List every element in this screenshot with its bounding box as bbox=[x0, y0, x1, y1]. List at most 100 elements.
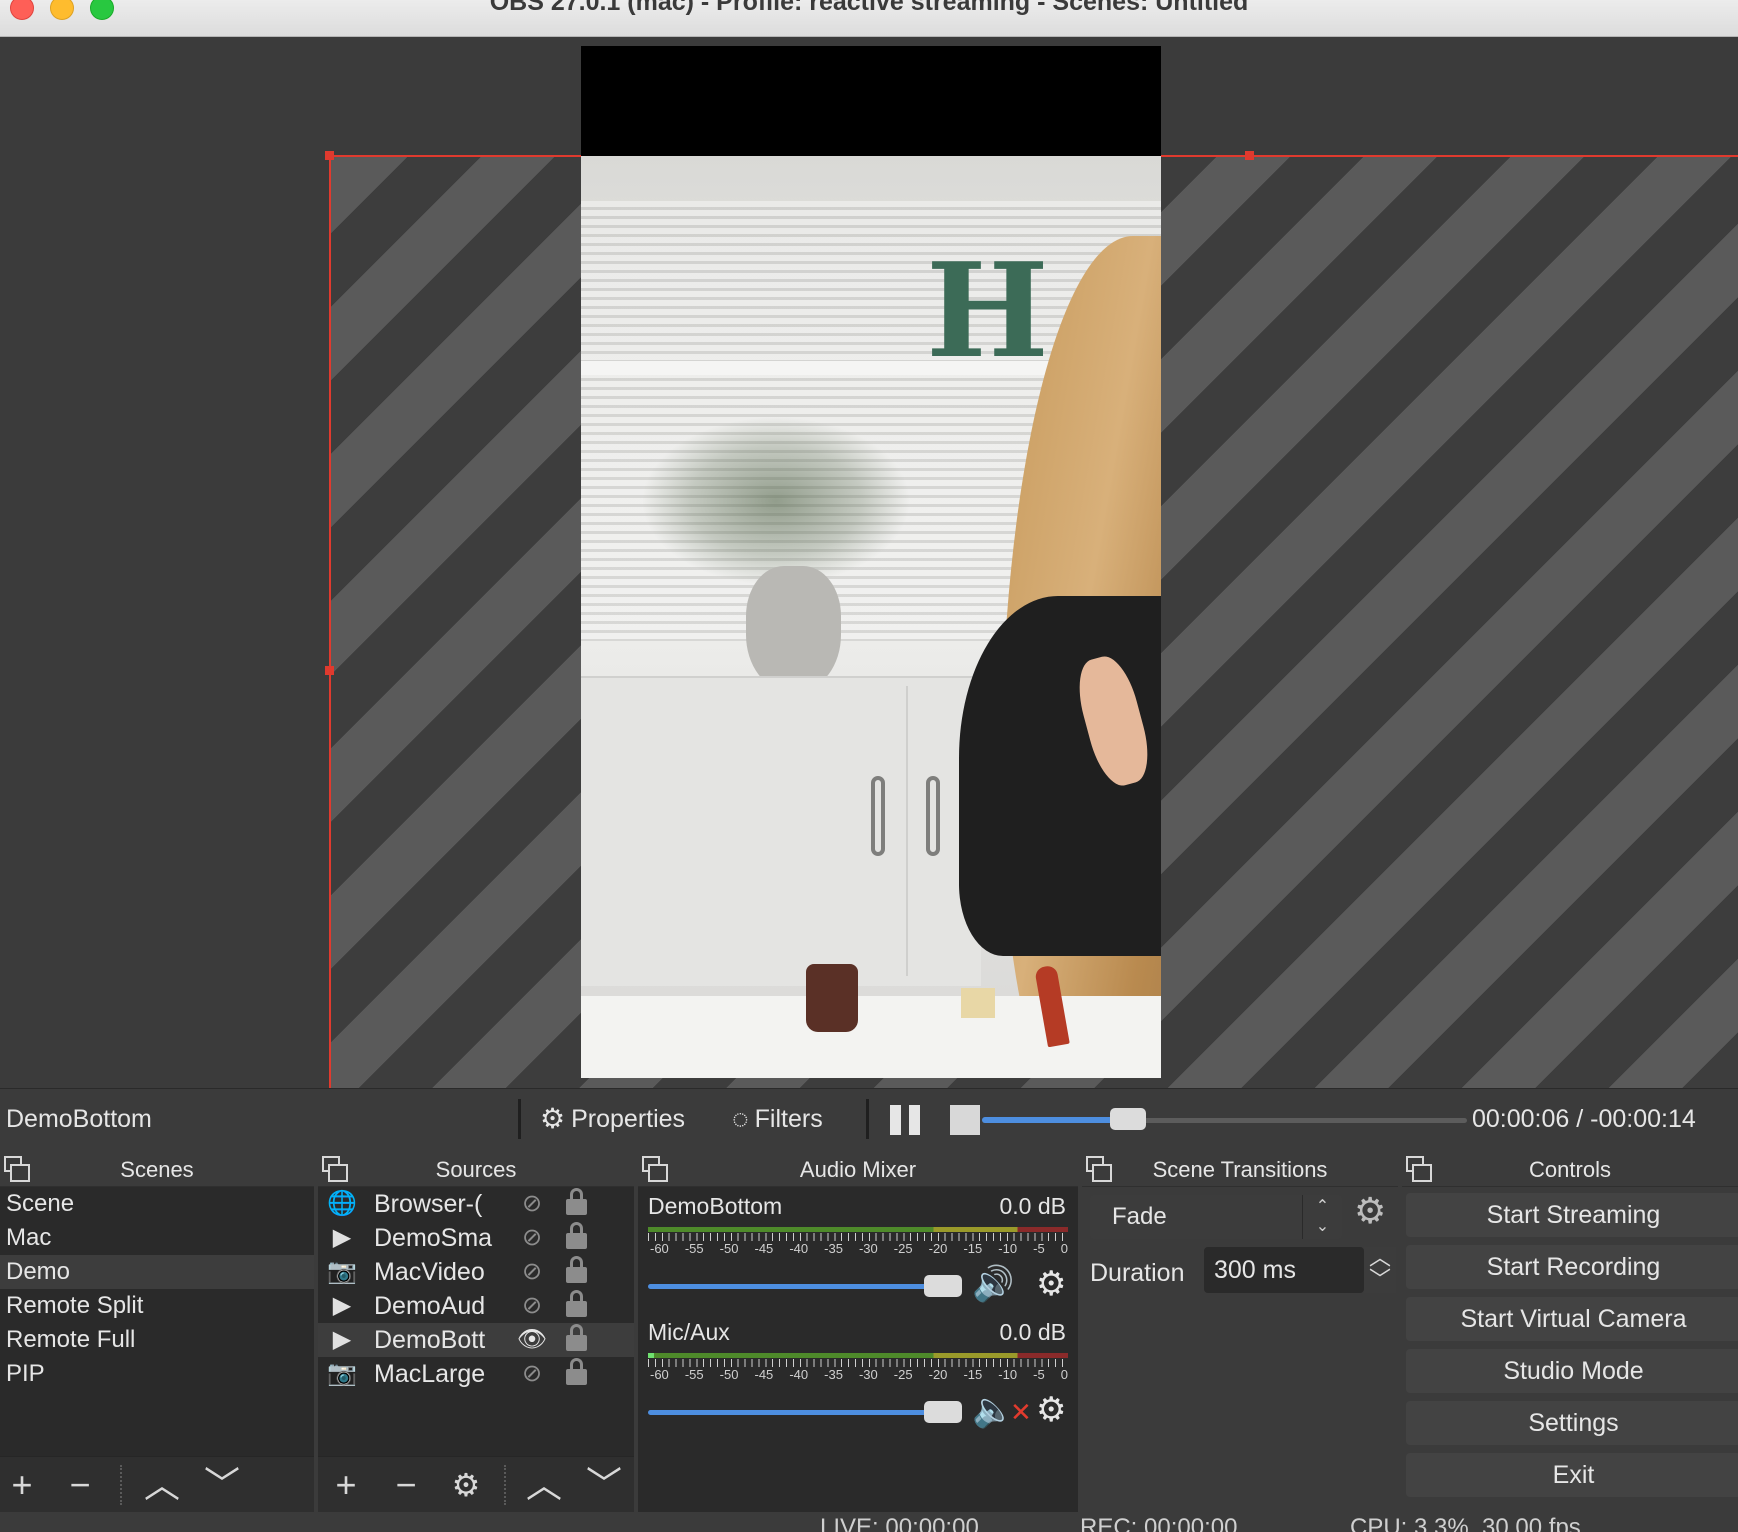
filters-button[interactable]: ◌ Filters bbox=[732, 1101, 823, 1137]
volume-slider-handle[interactable] bbox=[924, 1401, 962, 1423]
duration-label: Duration bbox=[1090, 1259, 1185, 1287]
volume-meter bbox=[648, 1227, 1068, 1232]
source-properties-gear-icon[interactable]: ⚙ bbox=[444, 1463, 488, 1507]
move-scene-up-button[interactable]: ︿ bbox=[140, 1463, 184, 1507]
controls-header: Controls bbox=[1402, 1150, 1738, 1187]
scenes-title: Scenes bbox=[120, 1157, 194, 1182]
media-time: 00:00:06 / -00:00:14 bbox=[1472, 1105, 1696, 1133]
source-list: 🌐 Browser-( ⊘ ▶ DemoSma ⊘ 📷 MacVideo ⊘ ▶… bbox=[318, 1187, 634, 1391]
scene-transitions-title: Scene Transitions bbox=[1152, 1157, 1328, 1182]
meter-level bbox=[648, 1353, 654, 1358]
move-source-down-button[interactable]: ﹀ bbox=[582, 1463, 626, 1507]
transition-select[interactable]: Fade ⌃ ⌄ bbox=[1090, 1195, 1342, 1239]
sources-footer: + − ⚙ ︿ ﹀ bbox=[318, 1456, 634, 1512]
studio-mode-button[interactable]: Studio Mode bbox=[1406, 1349, 1738, 1393]
visibility-on-icon[interactable]: 👁 bbox=[514, 1323, 550, 1357]
visibility-off-icon[interactable]: ⊘ bbox=[514, 1289, 550, 1323]
volume-slider-handle[interactable] bbox=[924, 1275, 962, 1297]
visibility-off-icon[interactable]: ⊘ bbox=[514, 1187, 550, 1221]
mute-x-icon: ✕ bbox=[1010, 1397, 1032, 1427]
pause-button[interactable] bbox=[890, 1105, 922, 1135]
camera-icon: 📷 bbox=[327, 1258, 357, 1285]
globe-icon: 🌐 bbox=[327, 1190, 357, 1217]
duration-field[interactable]: 300 ms bbox=[1204, 1247, 1364, 1293]
gear-icon: ⚙ bbox=[540, 1103, 566, 1134]
move-scene-down-button[interactable]: ﹀ bbox=[200, 1463, 244, 1507]
scene-item[interactable]: Remote Split bbox=[0, 1289, 314, 1323]
properties-button[interactable]: ⚙ Properties bbox=[540, 1101, 685, 1137]
filters-icon: ◌ bbox=[732, 1103, 749, 1134]
remove-source-button[interactable]: − bbox=[384, 1463, 428, 1507]
source-row[interactable]: 🌐 Browser-( ⊘ bbox=[318, 1187, 634, 1221]
lock-icon[interactable] bbox=[566, 1358, 587, 1385]
source-row[interactable]: 📷 MacLarge ⊘ bbox=[318, 1357, 634, 1391]
audio-mixer-title: Audio Mixer bbox=[799, 1157, 917, 1182]
video-content: H bbox=[581, 156, 1161, 1078]
preview-canvas[interactable]: H bbox=[0, 37, 1738, 1088]
scenes-footer: + − ︿ ﹀ bbox=[0, 1456, 314, 1512]
gear-icon[interactable]: ⚙ bbox=[1036, 1267, 1066, 1301]
scene-item[interactable]: Remote Full bbox=[0, 1323, 314, 1357]
lock-icon[interactable] bbox=[566, 1188, 587, 1215]
lock-icon[interactable] bbox=[566, 1222, 587, 1249]
add-scene-button[interactable]: + bbox=[0, 1463, 44, 1507]
start-virtual-camera-button[interactable]: Start Virtual Camera bbox=[1406, 1297, 1738, 1341]
source-row[interactable]: ▶ DemoAud ⊘ bbox=[318, 1289, 634, 1323]
source-row-selected[interactable]: ▶ DemoBott 👁 bbox=[318, 1323, 634, 1357]
mixer-channel: Mic/Aux 0.0 dB -60 -55 -50 -45 -40 -35 -30 -25-… bbox=[648, 1319, 1068, 1429]
scene-transitions-dock: Scene Transitions Fade ⌃ ⌄ ⚙ Duration 300… bbox=[1082, 1150, 1398, 1512]
video-frame: H bbox=[581, 46, 1161, 1078]
wall-letter: H bbox=[926, 234, 1049, 387]
visibility-off-icon[interactable]: ⊘ bbox=[514, 1255, 550, 1289]
exit-button[interactable]: Exit bbox=[1406, 1453, 1738, 1497]
cpu-status: CPU: 3.3%, 30.00 fps bbox=[1350, 1514, 1581, 1532]
lock-icon[interactable] bbox=[566, 1324, 587, 1351]
gear-icon[interactable]: ⚙ bbox=[1036, 1393, 1066, 1427]
lock-icon[interactable] bbox=[566, 1290, 587, 1317]
title-bar: OBS 27.0.1 (mac) - Profile: reactive str… bbox=[0, 0, 1738, 37]
start-recording-button[interactable]: Start Recording bbox=[1406, 1245, 1738, 1289]
audio-mixer-header: Audio Mixer bbox=[638, 1150, 1078, 1187]
seek-bar-progress bbox=[982, 1117, 1128, 1123]
resize-handle-top-left[interactable] bbox=[325, 151, 334, 160]
scene-item[interactable]: PIP bbox=[0, 1357, 314, 1391]
add-source-button[interactable]: + bbox=[324, 1463, 368, 1507]
gear-icon[interactable]: ⚙ bbox=[1354, 1193, 1386, 1229]
volume-slider[interactable] bbox=[648, 1284, 928, 1289]
volume-meter bbox=[648, 1353, 1068, 1358]
audio-mixer-dock: Audio Mixer DemoBottom 0.0 dB -60 -55 -50-… bbox=[638, 1150, 1078, 1512]
remove-scene-button[interactable]: − bbox=[58, 1463, 102, 1507]
seek-handle[interactable] bbox=[1109, 1108, 1146, 1130]
resize-handle-left-center[interactable] bbox=[325, 666, 334, 675]
status-bar: LIVE: 00:00:00 REC: 00:00:00 CPU: 3.3%, … bbox=[0, 1512, 1738, 1532]
meter-tick-labels: -60 -55 -50 -45 -40 -35 -30 -25 -20 -15 -10 -5 0 bbox=[650, 1367, 1068, 1382]
controls-dock: Controls Start Streaming Start Recording… bbox=[1402, 1150, 1738, 1512]
source-row[interactable]: 📷 MacVideo ⊘ bbox=[318, 1255, 634, 1289]
duration-stepper[interactable]: ︿ ﹀ bbox=[1364, 1247, 1396, 1293]
mixer-channel: DemoBottom 0.0 dB -60 -55 -50 -45 -40 -35 -30-… bbox=[648, 1193, 1068, 1303]
scene-item-selected[interactable]: Demo bbox=[0, 1255, 314, 1289]
sources-title: Sources bbox=[435, 1157, 517, 1182]
scene-item[interactable]: Mac bbox=[0, 1221, 314, 1255]
controls-title: Controls bbox=[1529, 1157, 1611, 1182]
visibility-off-icon[interactable]: ⊘ bbox=[514, 1221, 550, 1255]
source-row[interactable]: ▶ DemoSma ⊘ bbox=[318, 1221, 634, 1255]
selected-source-name: DemoBottom bbox=[6, 1105, 152, 1133]
rec-status: REC: 00:00:00 bbox=[1080, 1514, 1238, 1532]
lock-icon[interactable] bbox=[566, 1256, 587, 1283]
resize-handle-top-center[interactable] bbox=[1245, 151, 1254, 160]
move-source-up-button[interactable]: ︿ bbox=[522, 1463, 566, 1507]
start-streaming-button[interactable]: Start Streaming bbox=[1406, 1193, 1738, 1237]
speaker-icon[interactable]: 🔊 bbox=[972, 1267, 1014, 1301]
select-arrows-icon: ⌃ ⌄ bbox=[1302, 1195, 1342, 1239]
settings-button[interactable]: Settings bbox=[1406, 1401, 1738, 1445]
muted-speaker-icon[interactable]: 🔈 bbox=[972, 1393, 1014, 1427]
scenes-header: Scenes bbox=[0, 1150, 314, 1187]
visibility-off-icon[interactable]: ⊘ bbox=[514, 1357, 550, 1391]
sources-dock: Sources 🌐 Browser-( ⊘ ▶ DemoSma ⊘ 📷 MacV… bbox=[318, 1150, 634, 1512]
play-icon: ▶ bbox=[332, 1292, 352, 1319]
stop-button[interactable] bbox=[950, 1105, 980, 1135]
scene-item[interactable]: Scene bbox=[0, 1187, 314, 1221]
volume-slider[interactable] bbox=[648, 1410, 928, 1415]
camera-icon: 📷 bbox=[327, 1360, 357, 1387]
